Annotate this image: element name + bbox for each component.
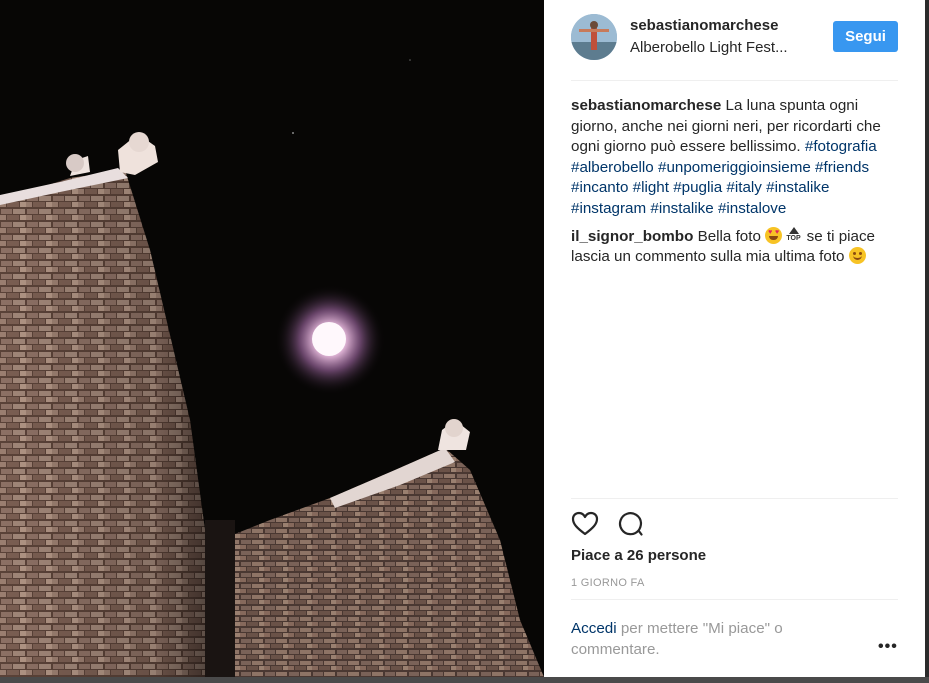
- login-link[interactable]: Accedi: [571, 620, 617, 637]
- heart-eyes-icon: [765, 226, 783, 244]
- bottom-edge: [0, 677, 929, 683]
- top-emoji-label: TOP: [786, 234, 801, 242]
- comment-icon[interactable]: [617, 510, 645, 538]
- hashtag-link[interactable]: #puglia: [673, 179, 722, 196]
- avatar-image: [571, 14, 617, 60]
- hashtag-link[interactable]: #italy: [726, 179, 761, 196]
- hashtag-link[interactable]: #incanto: [571, 179, 628, 196]
- hashtag-link[interactable]: #instalike: [766, 179, 829, 196]
- header-divider: [571, 80, 898, 81]
- hashtag-link[interactable]: #instalove: [718, 200, 786, 217]
- heart-icon[interactable]: [571, 510, 599, 538]
- smiling-face-icon: [848, 247, 866, 265]
- hashtag-link[interactable]: #fotografia: [805, 138, 877, 155]
- footer-divider: [571, 599, 898, 600]
- post-details-panel: sebastianomarchese Alberobello Light Fes…: [544, 0, 925, 677]
- post-photo[interactable]: [0, 0, 544, 677]
- comments-divider: [571, 498, 898, 499]
- hashtag-link[interactable]: #alberobello: [571, 159, 654, 176]
- trulli-moon-image: [0, 0, 544, 677]
- post-author-username[interactable]: sebastianomarchese: [630, 17, 778, 34]
- post-timestamp[interactable]: 1 GIORNO FA: [571, 577, 645, 589]
- window-edge: [925, 0, 929, 677]
- comment-author[interactable]: il_signor_bombo: [571, 228, 693, 245]
- hashtag-link[interactable]: #instalike: [650, 200, 713, 217]
- more-options-icon[interactable]: •••: [878, 639, 900, 655]
- hashtag-link[interactable]: #light: [633, 179, 669, 196]
- hashtag-link[interactable]: #unpomeriggioinsieme: [658, 159, 811, 176]
- hashtag-link[interactable]: #friends: [815, 159, 869, 176]
- follow-button[interactable]: Segui: [833, 21, 898, 52]
- caption-author[interactable]: sebastianomarchese: [571, 97, 721, 114]
- comments-list: sebastianomarchese La luna spunta ogni g…: [571, 96, 901, 275]
- top-arrow-icon: TOP: [786, 226, 802, 244]
- login-prompt: Accedi per mettere "Mi piace" o commenta…: [571, 619, 841, 660]
- hashtag-link[interactable]: #instagram: [571, 200, 646, 217]
- comment-text: Bella foto: [697, 227, 761, 245]
- list-item: il_signor_bombo Bella foto TOP se ti pia…: [571, 226, 901, 268]
- post-location[interactable]: Alberobello Light Fest...: [630, 39, 788, 56]
- post-header: sebastianomarchese Alberobello Light Fes…: [544, 0, 925, 80]
- caption-comment: sebastianomarchese La luna spunta ogni g…: [571, 96, 901, 220]
- avatar[interactable]: [571, 14, 617, 60]
- likes-count[interactable]: Piace a 26 persone: [571, 547, 706, 564]
